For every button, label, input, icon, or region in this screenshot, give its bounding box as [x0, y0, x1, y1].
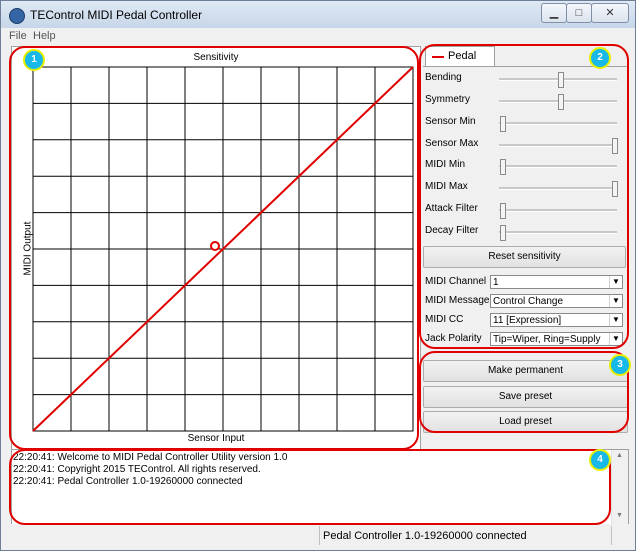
- app-icon: [9, 8, 25, 24]
- annotation-badge-4: 4: [589, 449, 611, 471]
- annotation-outline-2: [419, 44, 629, 349]
- status-bar: Pedal Controller 1.0-19260000 connected: [1, 524, 635, 550]
- menu-bar: File Help: [1, 28, 635, 45]
- annotation-badge-1: 1: [23, 49, 45, 71]
- annotation-outline-1: [9, 46, 419, 450]
- menu-file[interactable]: File: [9, 30, 27, 42]
- annotation-outline-4: [9, 449, 611, 525]
- status-divider: [319, 526, 320, 545]
- annotation-badge-2: 2: [589, 47, 611, 69]
- window-title: TEControl MIDI Pedal Controller: [30, 8, 203, 22]
- scroll-up-icon[interactable]: ▲: [616, 452, 623, 459]
- menu-help[interactable]: Help: [33, 30, 56, 42]
- close-button[interactable]: ✕: [591, 3, 629, 23]
- status-text: Pedal Controller 1.0-19260000 connected: [323, 530, 527, 542]
- status-divider: [611, 526, 612, 545]
- annotation-outline-3: [419, 351, 629, 433]
- scroll-down-icon[interactable]: ▼: [616, 512, 623, 519]
- annotation-badge-3: 3: [609, 354, 631, 376]
- app-window: TEControl MIDI Pedal Controller ▁ □ ✕ Fi…: [0, 0, 636, 551]
- title-bar: TEControl MIDI Pedal Controller ▁ □ ✕: [1, 1, 635, 28]
- log-scrollbar[interactable]: ▲ ▼: [611, 450, 628, 524]
- minimize-button[interactable]: ▁: [541, 3, 567, 23]
- maximize-button[interactable]: □: [566, 3, 592, 23]
